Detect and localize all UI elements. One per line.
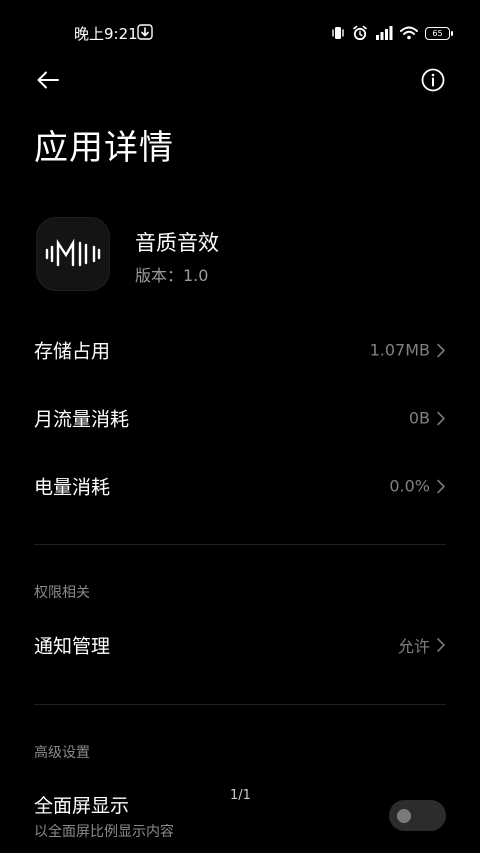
fullscreen-toggle[interactable] — [389, 800, 446, 831]
battery-usage-label: 电量消耗 — [34, 476, 111, 499]
divider — [34, 544, 446, 545]
status-time: 晚上9:21 — [74, 25, 138, 43]
storage-row[interactable]: 存储占用 1.07MB — [34, 330, 446, 370]
chevron-right-icon — [437, 638, 445, 652]
info-icon[interactable] — [420, 67, 446, 93]
vibrate-icon — [332, 27, 344, 39]
sound-wave-logo-icon — [45, 239, 101, 267]
fullscreen-label: 全面屏显示 — [34, 795, 130, 817]
toggle-knob — [397, 809, 411, 823]
battery-usage-row[interactable]: 电量消耗 0.0% — [34, 466, 446, 506]
notification-row[interactable]: 通知管理 允许 — [34, 625, 446, 665]
app-version: 版本：1.0 — [135, 266, 209, 285]
fullscreen-description: 以全面屏比例显示内容 — [34, 824, 174, 840]
signal-icon — [376, 26, 393, 40]
storage-label: 存储占用 — [34, 340, 111, 363]
storage-value: 1.07MB — [369, 340, 430, 360]
status-bar: 晚上9:21 65 — [0, 0, 480, 64]
battery-usage-value: 0.0% — [389, 476, 430, 496]
app-logo-icon — [36, 217, 110, 291]
battery-level: 65 — [432, 28, 443, 38]
app-name: 音质音效 — [135, 231, 219, 255]
data-usage-label: 月流量消耗 — [34, 408, 130, 431]
advanced-header: 高级设置 — [34, 745, 90, 761]
data-usage-row[interactable]: 月流量消耗 0B — [34, 398, 446, 438]
notification-label: 通知管理 — [34, 635, 111, 658]
page-title: 应用详情 — [34, 128, 174, 168]
battery-icon: 65 — [425, 26, 453, 40]
chevron-right-icon — [437, 343, 445, 357]
permissions-header: 权限相关 — [34, 585, 90, 601]
data-usage-value: 0B — [408, 408, 430, 428]
notification-value: 允许 — [397, 637, 430, 656]
wifi-icon — [400, 26, 418, 40]
page-counter: 1/1 — [230, 788, 251, 803]
divider — [34, 704, 446, 705]
chevron-right-icon — [437, 479, 445, 493]
back-arrow-icon[interactable] — [34, 66, 62, 94]
alarm-icon — [353, 25, 367, 41]
chevron-right-icon — [437, 411, 445, 425]
download-icon — [137, 24, 153, 40]
status-icons: 65 — [331, 22, 453, 44]
